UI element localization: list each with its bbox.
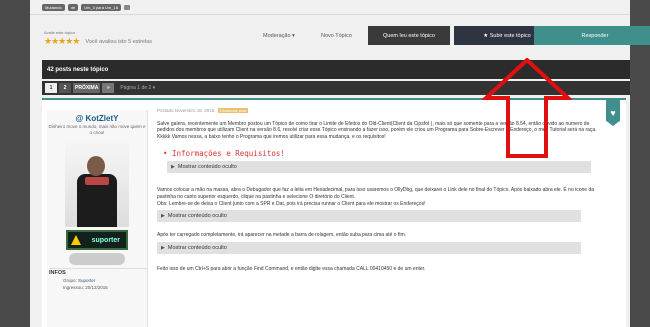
infos-heading: INFOS	[49, 268, 147, 276]
group-value[interactable]: Suporter	[78, 278, 95, 283]
group-row: Grupo: Suporter	[63, 278, 147, 283]
rating-stars-icon[interactable]: ★★★★★	[44, 36, 80, 47]
badge-label: suporter	[91, 236, 120, 244]
post-paragraph: Obs: Lembre-se de deixa o Client junto c…	[157, 201, 426, 208]
your-rating-text: Você avaliou isto 5 estrelas	[85, 38, 152, 45]
last-page-button[interactable]: »	[102, 83, 115, 93]
report-post-button[interactable]: Denunciar post	[217, 108, 249, 113]
right-background	[630, 0, 650, 327]
spoiler-toggle[interactable]: ▶ Mostrar conteúdo oculto	[167, 161, 591, 174]
caret-right-icon: ▶	[171, 164, 175, 171]
rating-label: Avalie este tópico	[44, 30, 76, 35]
post-date: Postado Novembro 18, 2016	[157, 108, 215, 113]
topic-rating: Avalie este tópico ★★★★★ Você avaliou is…	[44, 30, 152, 47]
red-annotation-arrow-icon	[482, 58, 572, 158]
reply-button[interactable]: Responder	[534, 26, 650, 45]
divider	[30, 14, 630, 15]
tag[interactable]: Mudando	[42, 4, 65, 11]
page-2-button[interactable]: 2	[59, 83, 71, 93]
who-read-button[interactable]: Quem leu este tópico	[368, 26, 450, 45]
spoiler-label: Mostrar conteúdo oculto	[177, 164, 237, 171]
spoiler-toggle[interactable]: ▶ Mostrar conteúdo oculto	[157, 210, 581, 223]
spoiler-label: Mostrar conteúdo oculto	[167, 244, 227, 251]
new-topic-link[interactable]: Novo Tópico	[321, 33, 352, 39]
post-paragraph: Vamos colocar a mão na massa, abra o Deb…	[157, 187, 595, 200]
page-jump-dropdown[interactable]: Página 1 de 2 ▾	[120, 85, 155, 91]
page-1-button[interactable]: 1	[45, 83, 57, 93]
next-page-button[interactable]: PRÓXIMA	[73, 83, 101, 93]
moderation-menu[interactable]: Moderação ▾	[263, 33, 295, 39]
avatar[interactable]	[65, 141, 129, 227]
spoiler-label: Mostrar conteúdo oculto	[167, 213, 227, 220]
author-panel: @ KotZletY Dinheiro move o mundo, mais n…	[47, 110, 148, 327]
rank-image	[69, 253, 125, 265]
badge-icon	[71, 235, 81, 245]
joined-row: Ingressou: 20/12/2015	[63, 285, 108, 290]
spoiler-toggle[interactable]: ▶ Mostrar conteúdo oculto	[157, 241, 581, 254]
avatar-shape	[87, 156, 105, 176]
author-title: Dinheiro move o mundo, mais não move que…	[48, 124, 146, 135]
caret-right-icon: ▶	[161, 213, 165, 220]
tag[interactable]: de	[67, 4, 79, 11]
caret-right-icon: ▶	[161, 244, 165, 251]
group-badge: suporter	[66, 230, 128, 250]
tag[interactable]: Um_3 para Um_16	[81, 4, 121, 11]
group-label: Grupo:	[63, 278, 77, 283]
heart-icon[interactable]: ♥	[606, 100, 620, 126]
avatar-shape	[85, 177, 109, 185]
post-paragraph: Após ter carregado completamente, irá ap…	[157, 232, 407, 239]
post-paragraph: Feito isso de um Ctrl+S para abrir a fun…	[157, 265, 426, 272]
tag-bar: Mudando de Um_3 para Um_16	[42, 4, 130, 11]
left-background	[0, 0, 30, 327]
tag-expand-icon[interactable]	[123, 5, 130, 10]
forum-page: Mudando de Um_3 para Um_16 Avalie este t…	[30, 0, 650, 327]
author-name[interactable]: @ KotZletY	[47, 114, 147, 123]
